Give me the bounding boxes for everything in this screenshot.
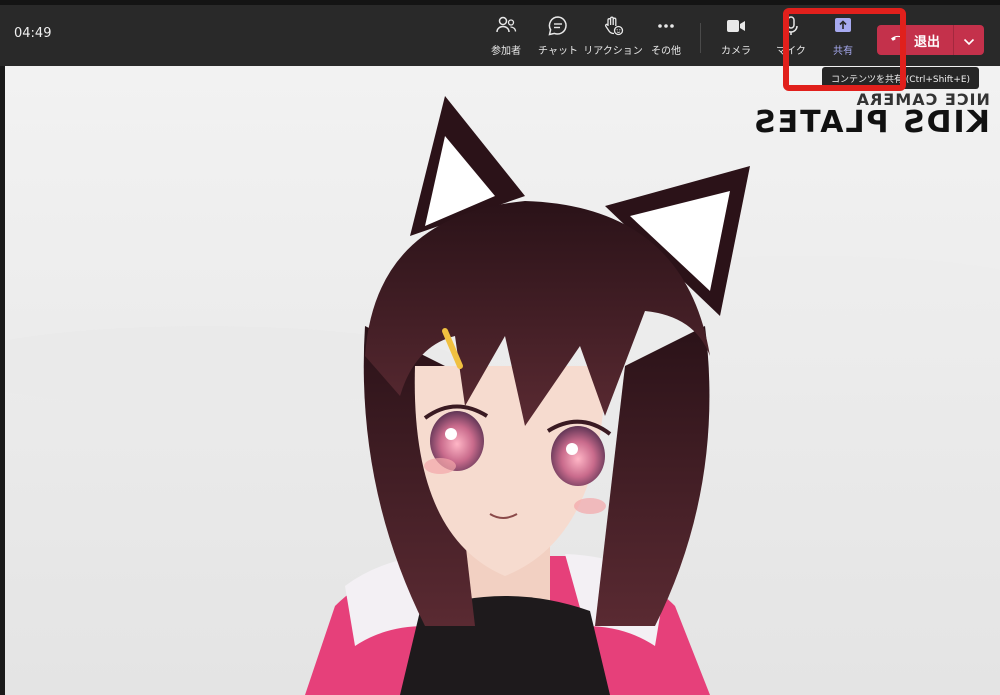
- more-button[interactable]: その他: [648, 13, 684, 63]
- chat-label: チャット: [538, 46, 578, 57]
- background-text-line2: KIDS PLATES: [752, 105, 990, 140]
- background-mirrored-text: NICE CAMERA KIDS PLATES: [752, 90, 990, 140]
- reactions-label: リアクション: [583, 46, 643, 57]
- leave-label: 退出: [913, 34, 940, 50]
- camera-button[interactable]: カメラ: [718, 13, 754, 63]
- video-stage: NICE CAMERA KIDS PLATES: [0, 66, 1000, 695]
- meeting-timer: 04:49: [14, 26, 52, 41]
- raise-hand-icon: [602, 15, 624, 37]
- chat-button[interactable]: チャット: [538, 13, 578, 63]
- reactions-button[interactable]: リアクション: [583, 13, 643, 63]
- camera-icon: [725, 15, 747, 37]
- annotation-highlight-box: [783, 8, 906, 91]
- chat-icon: [547, 15, 569, 37]
- toolbar-divider: [700, 23, 701, 53]
- camera-label: カメラ: [721, 46, 751, 57]
- leave-options-button[interactable]: [954, 25, 984, 55]
- more-label: その他: [651, 46, 681, 57]
- participants-button[interactable]: 参加者: [486, 13, 526, 63]
- participants-label: 参加者: [491, 46, 521, 57]
- avatar-video: [5, 66, 1000, 695]
- more-icon: [655, 15, 677, 37]
- chevron-down-icon: [963, 31, 975, 50]
- people-icon: [495, 15, 517, 37]
